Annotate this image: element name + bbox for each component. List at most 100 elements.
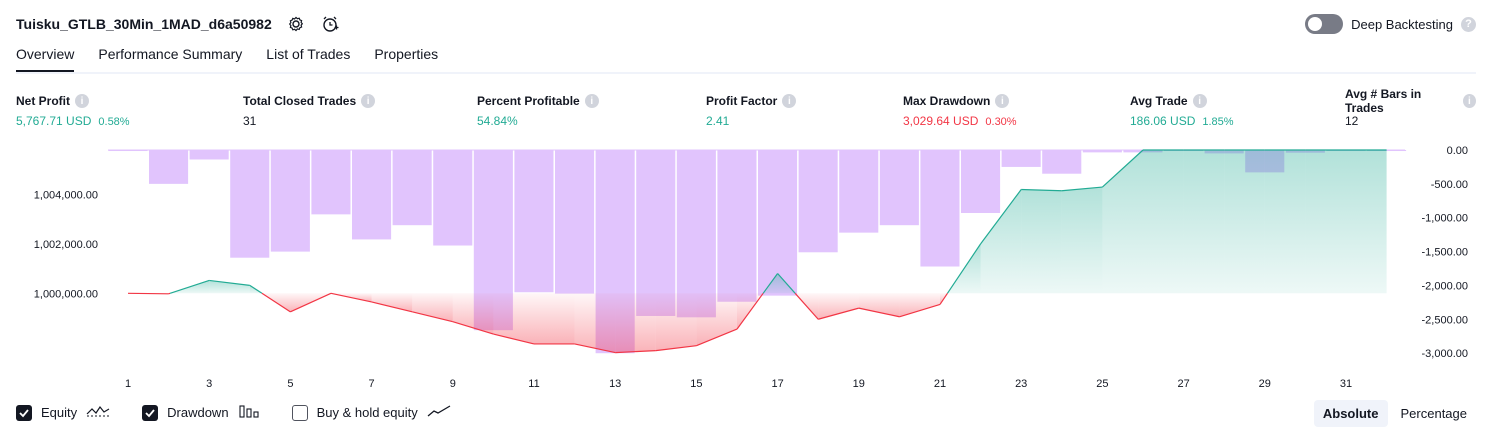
- x-axis-tick-label: 17: [771, 378, 783, 390]
- equity-loss-fill: [818, 293, 859, 320]
- deep-backtesting-label: Deep Backtesting: [1351, 16, 1453, 32]
- drawdown-checkbox[interactable]: [142, 404, 159, 421]
- chart-legend: Equity Drawdown Buy & hold equity: [16, 404, 477, 421]
- x-axis-tick-label: 23: [1015, 378, 1027, 390]
- drawdown-bar: [1001, 150, 1041, 167]
- deep-backtesting-toggle[interactable]: [1305, 14, 1344, 34]
- equity-profit-fill: [1021, 189, 1062, 294]
- left-axis-tick-label: 1,002,000.00: [34, 239, 98, 251]
- right-axis-tick-label: -1,500.00: [1422, 247, 1468, 259]
- tab-list-of-trades[interactable]: List of Trades: [266, 46, 350, 73]
- equity-profit-fill: [1224, 150, 1265, 294]
- equity-profit-fill: [1183, 150, 1225, 294]
- x-axis-tick-label: 27: [1177, 378, 1189, 390]
- drawdown-bar: [676, 150, 716, 318]
- toggle-knob: [1308, 17, 1323, 31]
- metric-label: Avg Trade: [1130, 94, 1188, 108]
- metric-value: 31: [243, 114, 257, 128]
- x-axis-tick-label: 13: [609, 378, 621, 390]
- help-icon[interactable]: ?: [1461, 16, 1476, 32]
- x-axis-tick-label: 11: [528, 378, 539, 390]
- x-axis-tick-label: 1: [125, 378, 131, 390]
- drawdown-bar: [392, 150, 432, 226]
- metric-value: 12: [1345, 114, 1359, 128]
- equity-loss-fill: [574, 293, 616, 353]
- tab-performance-summary[interactable]: Performance Summary: [98, 46, 242, 73]
- info-icon[interactable]: i: [584, 94, 599, 108]
- strategy-header: Tuisku_GTLB_30Min_1MAD_d6a50982: [16, 14, 340, 34]
- equity-line-icon: [86, 404, 110, 421]
- left-axis: 1,000,000.00 1,002,000.00 1,004,000.00: [34, 189, 98, 300]
- tab-overview[interactable]: Overview: [16, 46, 75, 73]
- drawdown-bar: [1042, 150, 1082, 174]
- drawdown-bar: [961, 150, 1001, 213]
- right-axis-tick-label: -1,000.00: [1422, 213, 1468, 225]
- equity-loss-fill: [493, 293, 534, 344]
- equity-label: Equity: [41, 405, 78, 420]
- drawdown-label: Drawdown: [167, 405, 229, 420]
- x-axis-tick-label: 3: [206, 378, 212, 390]
- x-axis-tick-label: 15: [690, 378, 702, 390]
- drawdown-bar: [108, 150, 148, 152]
- drawdown-bar: [920, 150, 960, 267]
- x-axis-tick-label: 29: [1259, 378, 1271, 390]
- drawdown-bar: [636, 150, 676, 316]
- metric-label: Profit Factor: [706, 94, 778, 108]
- info-icon[interactable]: i: [75, 94, 89, 108]
- metric-label: Net Profit: [16, 94, 70, 108]
- scale-mode-switch: Absolute Percentage: [1313, 400, 1477, 427]
- left-axis-tick-label: 1,000,000.00: [34, 288, 98, 300]
- tab-divider: [16, 72, 1476, 74]
- report-tabs: Overview Performance Summary List of Tra…: [16, 46, 438, 73]
- metric-label: Total Closed Trades: [243, 94, 357, 108]
- equity-loss-fill: [534, 293, 575, 344]
- drawdown-bar: [311, 150, 351, 215]
- equity-loss-fill: [899, 293, 940, 317]
- metric-profit-factor: Profit Factor i 2.41: [706, 93, 797, 128]
- metric-percent: 0.30%: [985, 116, 1017, 128]
- info-icon[interactable]: i: [995, 94, 1010, 108]
- right-axis-tick-label: -3,000.00: [1422, 348, 1468, 360]
- x-axis-tick-label: 25: [1096, 378, 1108, 390]
- info-icon[interactable]: i: [1462, 94, 1476, 108]
- legend-equity[interactable]: Equity: [16, 404, 110, 421]
- absolute-button[interactable]: Absolute: [1313, 400, 1388, 427]
- drawdown-bar: [433, 150, 473, 246]
- legend-drawdown[interactable]: Drawdown: [142, 404, 259, 421]
- metric-value: 186.06 USD: [1130, 114, 1196, 128]
- legend-buy-hold[interactable]: Buy & hold equity: [291, 404, 451, 421]
- metric-max-drawdown: Max Drawdown i 3,029.64 USD 0.30%: [903, 93, 1017, 128]
- equity-loss-fill: [371, 293, 413, 312]
- equity-profit-fill: [1061, 187, 1103, 294]
- equity-loss-fill: [655, 293, 697, 351]
- info-icon[interactable]: i: [1192, 94, 1207, 108]
- metrics-row: Net Profit i 5,767.71 USD 0.58% Total Clos…: [16, 87, 1476, 133]
- equity-profit-fill: [1264, 150, 1306, 294]
- metric-label: Avg # Bars in Trades: [1345, 87, 1422, 115]
- x-axis: 1 3 5 7 9 11 13 15 17 19 21 23 25 27 29 31: [125, 378, 1352, 390]
- tab-properties[interactable]: Properties: [374, 46, 438, 73]
- settings-icon[interactable]: [286, 14, 306, 34]
- x-axis-tick-label: 21: [934, 378, 946, 390]
- equity-profit-fill: [1143, 150, 1184, 294]
- info-icon[interactable]: i: [361, 94, 376, 108]
- equity-checkbox[interactable]: [16, 404, 32, 421]
- equity-loss-fill: [412, 293, 453, 322]
- metric-total-closed-trades: Total Closed Trades i 31: [243, 93, 376, 128]
- equity-drawdown-chart[interactable]: 1,000,000.00 1,002,000.00 1,004,000.00 0.0…: [0, 140, 1494, 395]
- equity-profit-fill: [1305, 150, 1346, 294]
- percentage-button[interactable]: Percentage: [1392, 400, 1477, 427]
- left-axis-tick-label: 1,004,000.00: [34, 189, 98, 201]
- add-alert-icon[interactable]: [320, 14, 340, 34]
- buy-hold-checkbox[interactable]: [291, 404, 308, 421]
- info-icon[interactable]: i: [782, 94, 797, 108]
- right-axis-tick-label: -2,000.00: [1422, 280, 1468, 292]
- drawdown-bar: [798, 150, 838, 253]
- drawdown-bar: [514, 150, 554, 293]
- drawdown-bar: [555, 150, 595, 294]
- drawdown-bar: [230, 150, 270, 258]
- right-axis-tick-label: 0.00: [1447, 145, 1468, 157]
- metric-label: Max Drawdown: [903, 94, 991, 108]
- metric-percent: 1.85%: [1202, 116, 1234, 128]
- metric-value: 3,029.64 USD: [903, 114, 979, 128]
